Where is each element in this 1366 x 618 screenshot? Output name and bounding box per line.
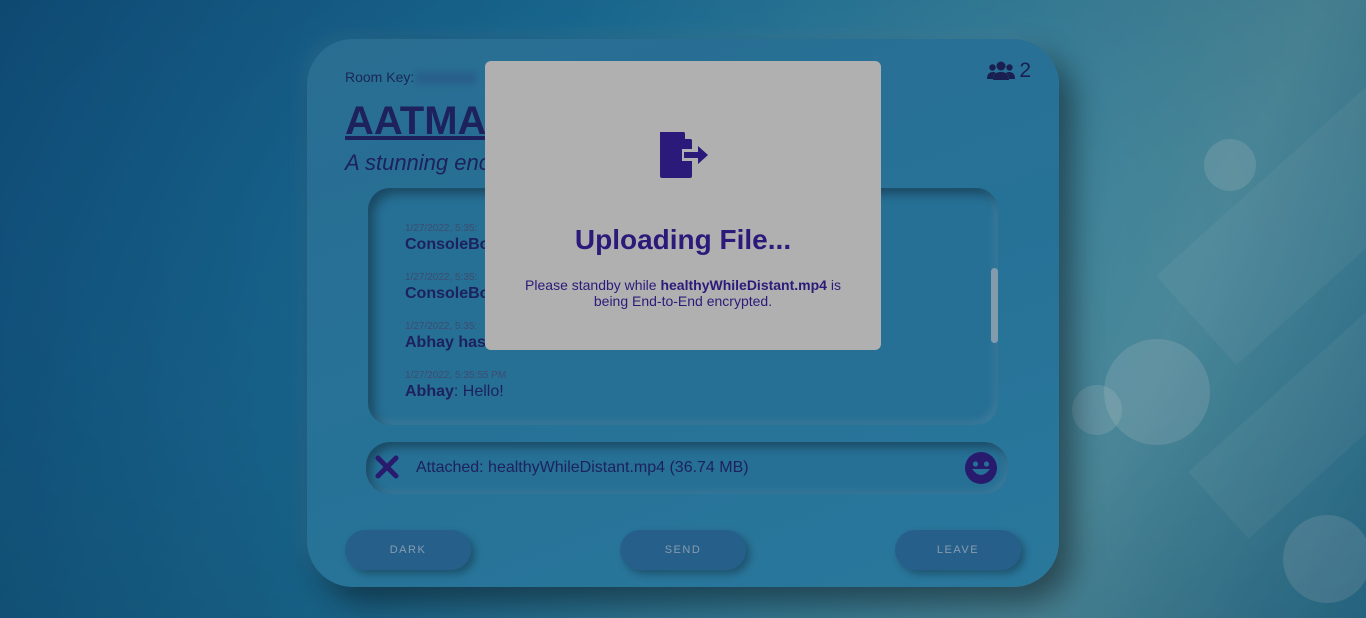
modal-title: Uploading File... xyxy=(574,224,792,255)
modal-body-prefix: Please standby while xyxy=(525,277,661,293)
upload-modal: Uploading File... Please standby while h… xyxy=(485,61,881,350)
modal-filename: healthyWhileDistant.mp4 xyxy=(660,277,827,293)
modal-message: Please standby while healthyWhileDistant… xyxy=(509,277,857,309)
file-export-icon xyxy=(660,132,708,178)
